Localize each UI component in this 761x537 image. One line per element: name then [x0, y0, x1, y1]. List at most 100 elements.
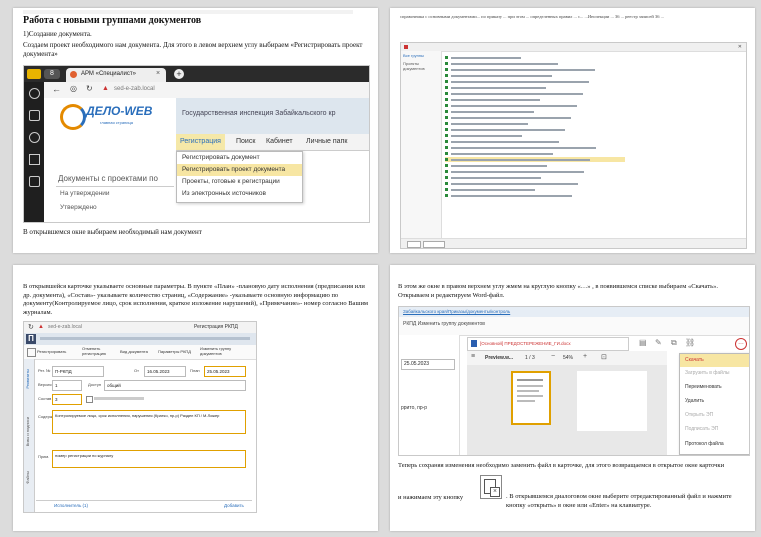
- group-list-item[interactable]: [445, 73, 625, 78]
- tab-files[interactable]: Файлы: [25, 471, 30, 484]
- footer-button[interactable]: [407, 241, 421, 248]
- group-list-item[interactable]: [445, 133, 625, 138]
- group-list-item[interactable]: [445, 145, 625, 150]
- group-list-item[interactable]: [445, 121, 625, 126]
- screenshot-icon[interactable]: [29, 176, 40, 187]
- sostav-field[interactable]: 3: [52, 394, 82, 405]
- link-icon[interactable]: ⛓: [685, 338, 695, 347]
- menu-register-project[interactable]: Регистрировать проект документа: [177, 164, 302, 176]
- sidebar-projects[interactable]: Проекты документов: [403, 61, 441, 71]
- page4-paragraph-3b: . В открывшемся диалоговом окне выберите…: [506, 493, 732, 509]
- toolbar-rkpd-params[interactable]: Параметры РКПД: [158, 349, 191, 354]
- sidebar-all-groups[interactable]: Все группы: [403, 53, 424, 58]
- menu-register-document[interactable]: Регистрировать документ: [177, 152, 302, 164]
- nav-registration[interactable]: Регистрация: [176, 134, 225, 150]
- reload-icon[interactable]: ↻: [28, 323, 34, 331]
- menu-download[interactable]: Скачать: [680, 354, 749, 367]
- menu-open-signature[interactable]: Открыть ЭП: [680, 409, 749, 422]
- edit-icon[interactable]: ✎: [655, 338, 662, 347]
- page-thumbnail[interactable]: [511, 371, 551, 425]
- page-4: В этом же окне в правом верхнем углу жме…: [390, 265, 755, 531]
- group-list-item[interactable]: [445, 61, 625, 66]
- group-list-item[interactable]: [445, 181, 625, 186]
- copy-icon[interactable]: ⧉: [671, 338, 677, 348]
- tab-requisites[interactable]: Реквизиты: [25, 369, 30, 389]
- menu-upload[interactable]: Загрузить в файлы: [680, 367, 749, 380]
- toolbar-change-group[interactable]: Изменить группу документов: [200, 346, 240, 356]
- link-path[interactable]: Забайкальского края/Приказы/документы/ко…: [403, 309, 510, 314]
- more-actions-icon[interactable]: …: [735, 338, 747, 350]
- new-tab-icon[interactable]: +: [174, 69, 184, 79]
- reload-icon[interactable]: ↻: [86, 84, 93, 93]
- folder-icon: [445, 104, 448, 107]
- date-select[interactable]: 25.05.2023: [401, 359, 455, 370]
- list-approved[interactable]: Утверждено: [60, 204, 97, 211]
- close-icon[interactable]: ✕: [738, 44, 742, 50]
- nav-personal[interactable]: Личные папк: [306, 138, 347, 145]
- menu-sign[interactable]: Подписать ЭП: [680, 423, 749, 436]
- apps-icon[interactable]: [29, 154, 40, 165]
- history-icon[interactable]: [29, 88, 40, 99]
- performers-link[interactable]: Исполнитель (1): [54, 503, 88, 508]
- group-list-item[interactable]: [445, 139, 625, 144]
- group-list-item[interactable]: [445, 151, 625, 156]
- group-list-item[interactable]: [445, 85, 625, 90]
- footer-select[interactable]: [423, 241, 445, 248]
- menu-rename[interactable]: Переименовать: [680, 381, 749, 394]
- group-list-item[interactable]: [445, 175, 625, 180]
- group-list-item[interactable]: [445, 169, 625, 174]
- browser-tab[interactable]: АРМ «Специалист» ×: [66, 68, 166, 82]
- group-list-item[interactable]: [445, 163, 625, 168]
- fit-icon[interactable]: ⊡: [601, 353, 607, 361]
- tab-counter[interactable]: 8: [44, 69, 60, 79]
- file-menu: Скачать Загрузить в файлы Переименовать …: [679, 353, 749, 455]
- checkbox[interactable]: [86, 396, 93, 403]
- group-list-item[interactable]: [445, 67, 625, 72]
- toolbar-register[interactable]: Регистрировать: [37, 349, 66, 354]
- group-list-item[interactable]: [445, 97, 625, 102]
- zoom-out-icon[interactable]: −: [551, 353, 555, 360]
- toolbar-cancel-registration[interactable]: Отменить регистрацию: [82, 346, 110, 356]
- change-group-button[interactable]: РКПД Изменить группу документов: [403, 321, 485, 327]
- group-list-item[interactable]: [445, 115, 625, 120]
- group-list-item[interactable]: [445, 79, 625, 84]
- toolbar-doc-type[interactable]: Вид документа: [120, 349, 148, 354]
- group-name: [451, 176, 541, 179]
- play-icon[interactable]: [29, 132, 40, 143]
- nav-cabinet[interactable]: Кабинет: [266, 138, 293, 145]
- card-url[interactable]: sed-e-zab.local: [48, 324, 82, 330]
- nav-search[interactable]: Поиск: [236, 138, 255, 145]
- group-list-item[interactable]: [445, 109, 625, 114]
- group-name: [451, 80, 589, 83]
- back-icon[interactable]: ←: [52, 84, 61, 94]
- menu-delete[interactable]: Удалить: [680, 395, 749, 408]
- version-field[interactable]: 1: [52, 380, 82, 391]
- note-field[interactable]: номер регистрации по журналу: [52, 450, 246, 468]
- zoom-in-icon[interactable]: +: [583, 353, 587, 360]
- file-name[interactable]: [Основной] ПРЕДОСТЕРЕЖЕНИЕ_ГИ.docx: [480, 341, 571, 346]
- url-text[interactable]: sed-e-zab.local: [114, 86, 155, 92]
- group-list-item[interactable]: [445, 127, 625, 132]
- preview-menu-icon[interactable]: ≡: [471, 353, 475, 360]
- group-list-item[interactable]: [445, 55, 625, 60]
- content-field[interactable]: Контролируемое лицо, срок исполнения, на…: [52, 410, 246, 434]
- group-list-item[interactable]: [445, 187, 625, 192]
- group-list-item[interactable]: [445, 157, 625, 162]
- menu-file-log[interactable]: Протокол файла: [680, 438, 749, 451]
- group-list-item[interactable]: [445, 91, 625, 96]
- reg-no-field[interactable]: П-РКПД: [52, 366, 104, 377]
- plan-date-field[interactable]: 25.05.2023: [204, 366, 246, 377]
- menu-projects-ready[interactable]: Проекты, готовые к регистрации: [177, 176, 302, 188]
- access-select[interactable]: общий: [104, 380, 246, 391]
- close-tab-icon[interactable]: ×: [156, 70, 160, 77]
- shield-icon[interactable]: ◎: [70, 84, 77, 93]
- add-link[interactable]: Добавить: [224, 503, 244, 508]
- date-field[interactable]: 16.05.2023: [144, 366, 186, 377]
- collections-icon[interactable]: [29, 110, 40, 121]
- group-list-item[interactable]: [445, 193, 625, 198]
- file-icon[interactable]: ▤: [639, 338, 647, 347]
- list-on-approval[interactable]: На утверждении: [60, 190, 110, 197]
- tab-visas[interactable]: Визы и подписи: [25, 417, 30, 446]
- menu-electronic-sources[interactable]: Из электронных источников: [177, 188, 302, 200]
- group-list-item[interactable]: [445, 103, 625, 108]
